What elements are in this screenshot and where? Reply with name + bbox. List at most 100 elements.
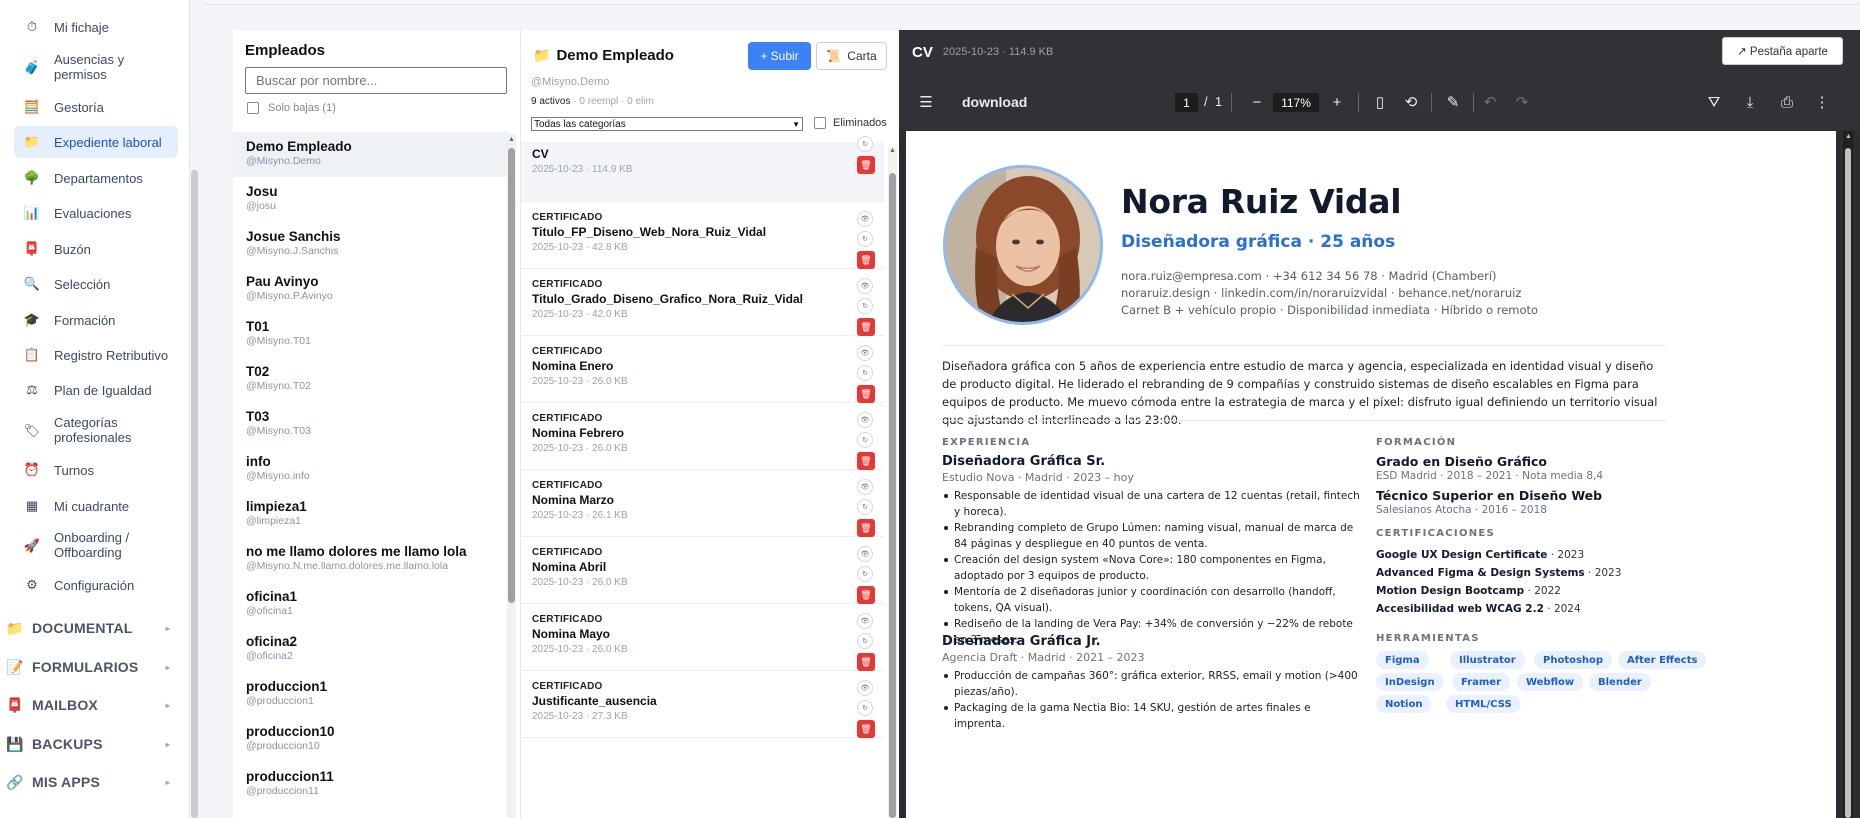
page-number-input[interactable]: 1: [1175, 93, 1198, 112]
save-to-drive-icon[interactable]: ⛛: [1704, 92, 1724, 112]
employee-row[interactable]: Josue Sanchis @Misyno.J.Sanchis: [233, 222, 508, 267]
open-in-new-tab-button[interactable]: ↗ Pestaña aparte: [1722, 37, 1843, 65]
undo-icon[interactable]: ↶: [1480, 92, 1500, 112]
deleted-filter[interactable]: Eliminados: [814, 117, 887, 129]
scroll-thumb[interactable]: [1845, 148, 1851, 818]
employee-search-input[interactable]: [245, 67, 507, 94]
employee-row[interactable]: oficina2 @oficina2: [233, 627, 508, 672]
employee-row[interactable]: produccion11 @produccion11: [233, 762, 508, 807]
view-eye-icon[interactable]: 👁: [857, 211, 873, 227]
group-documental[interactable]: 📁 DOCUMENTAL ▸: [0, 617, 170, 639]
employee-row[interactable]: T02 @Misyno.T02: [233, 357, 508, 402]
employee-row[interactable]: T01 @Misyno.T01: [233, 312, 508, 357]
delete-trash-icon[interactable]: 🗑: [857, 519, 875, 537]
annotate-pen-icon[interactable]: ✎: [1443, 92, 1463, 112]
document-row[interactable]: CERTIFICADO Nomina Abril 2025-10-23 · 26.0…: [521, 537, 884, 604]
document-row[interactable]: CERTIFICADO Nomina Marzo 2025-10-23 · 26.1…: [521, 470, 884, 537]
sidebar-item-configuracion[interactable]: ⚙ Configuración: [14, 573, 178, 597]
employee-row[interactable]: no me llamo dolores me llamo lola @Misyno…: [233, 537, 508, 582]
redo-icon[interactable]: ↷: [1512, 92, 1532, 112]
category-select[interactable]: Todas las categorías ▼: [531, 117, 803, 131]
employee-row[interactable]: Josu @josu: [233, 177, 508, 222]
more-options-icon[interactable]: ⋮: [1812, 92, 1832, 112]
view-eye-icon[interactable]: 👁: [857, 479, 873, 495]
sidebar-item-seleccion[interactable]: 🔍 Selección: [14, 272, 178, 296]
fit-page-icon[interactable]: ▯: [1370, 92, 1390, 112]
delete-trash-icon[interactable]: 🗑: [857, 318, 875, 336]
replace-refresh-icon[interactable]: ↻: [857, 633, 873, 649]
employee-row[interactable]: info @Misyno.info: [233, 447, 508, 492]
menu-icon[interactable]: ☰: [916, 92, 936, 112]
replace-refresh-icon[interactable]: ↻: [857, 231, 873, 247]
replace-refresh-icon[interactable]: ↻: [857, 136, 873, 152]
sidebar-item-turnos[interactable]: ⏰ Turnos: [14, 458, 178, 482]
sidebar-item-gestoria[interactable]: 🧮 Gestoría: [14, 95, 178, 119]
document-list-scrollbar[interactable]: ▲: [888, 147, 897, 818]
rotate-icon[interactable]: ⟲: [1401, 92, 1421, 112]
scroll-up-arrow-icon[interactable]: ▲: [1845, 133, 1852, 140]
scroll-up-arrow-icon[interactable]: ▲: [507, 136, 516, 143]
employee-row[interactable]: oficina1 @oficina1: [233, 582, 508, 627]
replace-refresh-icon[interactable]: ↻: [857, 298, 873, 314]
zoom-input[interactable]: 117%: [1273, 93, 1319, 112]
download-icon[interactable]: ⤓: [1740, 92, 1760, 112]
only-inactive-filter[interactable]: Solo bajas (1): [247, 102, 336, 114]
sidebar-item-formacion[interactable]: 🎓 Formación: [14, 308, 178, 332]
employee-row[interactable]: produccion1 @produccion1: [233, 672, 508, 717]
sidebar-item-departamentos[interactable]: 🌳 Departamentos: [14, 166, 178, 190]
scroll-up-arrow-icon[interactable]: ▲: [888, 147, 897, 154]
replace-refresh-icon[interactable]: ↻: [857, 499, 873, 515]
employee-row[interactable]: Pau Avinyo @Misyno.P.Avinyo: [233, 267, 508, 312]
delete-trash-icon[interactable]: 🗑: [857, 720, 875, 738]
replace-refresh-icon[interactable]: ↻: [857, 566, 873, 582]
sidebar-item-plan-igualdad[interactable]: ⚖ Plan de Igualdad: [14, 378, 178, 402]
upload-button[interactable]: + Subir: [748, 42, 811, 70]
employee-row[interactable]: T03 @Misyno.T03: [233, 402, 508, 447]
group-formularios[interactable]: 📝 FORMULARIOS ▸: [0, 656, 170, 678]
group-mailbox[interactable]: 📮 MAILBOX ▸: [0, 694, 170, 716]
view-eye-icon[interactable]: 👁: [857, 412, 873, 428]
delete-trash-icon[interactable]: 🗑: [857, 156, 875, 174]
view-eye-icon[interactable]: 👁: [857, 345, 873, 361]
document-row[interactable]: CV 2025-10-23 · 114.9 KB ↻ 🗑: [521, 136, 884, 202]
document-row[interactable]: CERTIFICADO Nomina Enero 2025-10-23 · 26.0…: [521, 336, 884, 403]
sidebar-item-onboarding[interactable]: 🚀 Onboarding / Offboarding: [14, 528, 178, 562]
zoom-out-icon[interactable]: −: [1247, 92, 1267, 112]
sidebar-item-mi-cuadrante[interactable]: ▦ Mi cuadrante: [14, 494, 178, 518]
document-row[interactable]: CERTIFICADO Justificante_ausencia 2025-10-…: [521, 671, 884, 738]
delete-trash-icon[interactable]: 🗑: [857, 385, 875, 403]
pdf-scrollbar[interactable]: ▲: [1843, 131, 1853, 818]
replace-refresh-icon[interactable]: ↻: [857, 700, 873, 716]
scroll-thumb[interactable]: [889, 173, 896, 818]
print-icon[interactable]: ⎙: [1777, 92, 1797, 112]
delete-trash-icon[interactable]: 🗑: [857, 251, 875, 269]
document-row[interactable]: CERTIFICADO Nomina Febrero 2025-10-23 · 26…: [521, 403, 884, 470]
deleted-checkbox[interactable]: [814, 117, 826, 129]
sidebar-item-mi-fichaje[interactable]: ⏱ Mi fichaje: [14, 15, 178, 39]
zoom-in-icon[interactable]: +: [1327, 92, 1347, 112]
employee-row[interactable]: limpieza1 @limpieza1: [233, 492, 508, 537]
only-inactive-checkbox[interactable]: [247, 102, 259, 114]
group-backups[interactable]: 💾 BACKUPS ▸: [0, 733, 170, 755]
scroll-thumb[interactable]: [508, 148, 515, 603]
sidebar-item-expediente-laboral[interactable]: 📁 Expediente laboral: [14, 126, 178, 158]
employee-list-scrollbar[interactable]: ▲: [507, 134, 516, 818]
document-row[interactable]: CERTIFICADO Titulo_Grado_Diseno_Grafico_N…: [521, 269, 884, 336]
replace-refresh-icon[interactable]: ↻: [857, 432, 873, 448]
delete-trash-icon[interactable]: 🗑: [857, 653, 875, 671]
document-row[interactable]: CERTIFICADO Nomina Mayo 2025-10-23 · 26.0 …: [521, 604, 884, 671]
sidebar-scrollbar[interactable]: [191, 170, 198, 818]
sidebar-item-categorias[interactable]: 🏷 Categorías profesionales: [14, 413, 178, 447]
sidebar-item-evaluaciones[interactable]: 📊 Evaluaciones: [14, 201, 178, 225]
sidebar-item-registro-retributivo[interactable]: 📋 Registro Retributivo: [14, 343, 178, 367]
view-eye-icon[interactable]: 👁: [857, 546, 873, 562]
replace-refresh-icon[interactable]: ↻: [857, 365, 873, 381]
view-eye-icon[interactable]: 👁: [857, 680, 873, 696]
employee-row[interactable]: Demo Empleado @Misyno.Demo: [233, 132, 508, 177]
sidebar-item-ausencias[interactable]: 🧳 Ausencias y permisos: [14, 50, 178, 84]
employee-row[interactable]: produccion10 @produccion10: [233, 717, 508, 762]
group-mis-apps[interactable]: 🔗 MIS APPS ▸: [0, 771, 170, 793]
document-row[interactable]: CERTIFICADO Titulo_FP_Diseno_Web_Nora_Rui…: [521, 202, 884, 269]
view-eye-icon[interactable]: 👁: [857, 278, 873, 294]
sidebar-item-buzon[interactable]: 📮 Buzón: [14, 237, 178, 261]
